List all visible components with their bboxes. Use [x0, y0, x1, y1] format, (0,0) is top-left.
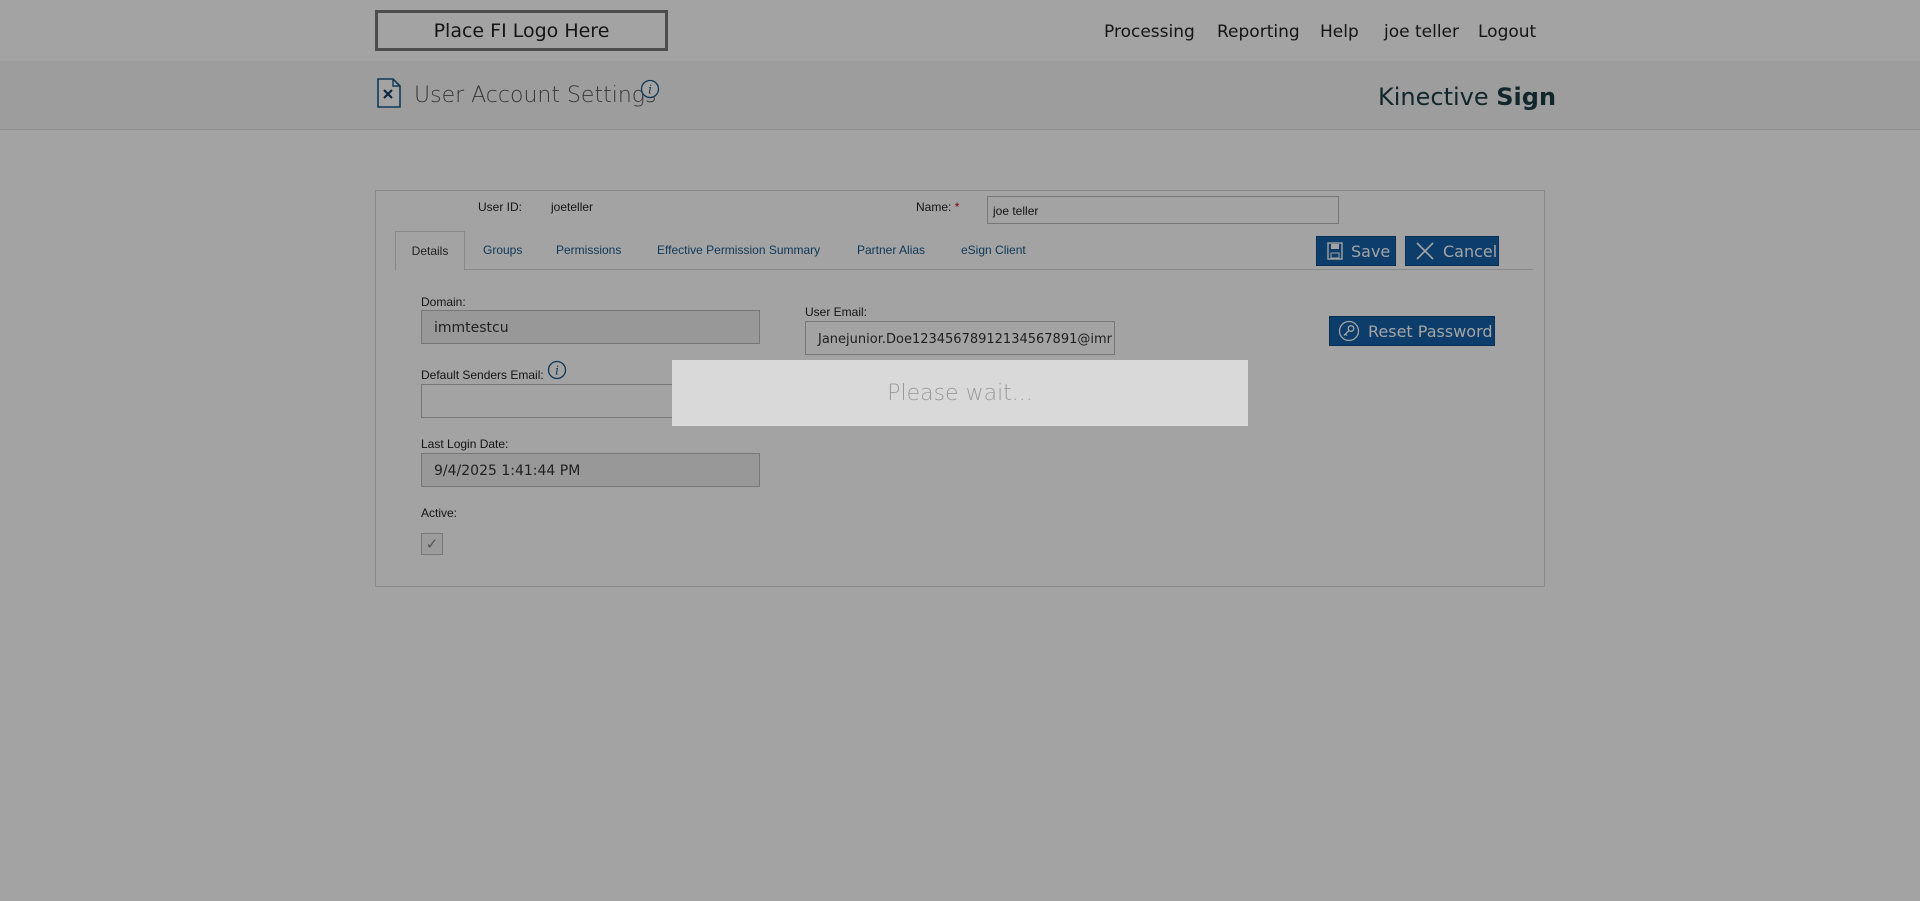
please-wait-dialog: Please wait...	[672, 360, 1248, 426]
loading-overlay	[0, 0, 1920, 901]
